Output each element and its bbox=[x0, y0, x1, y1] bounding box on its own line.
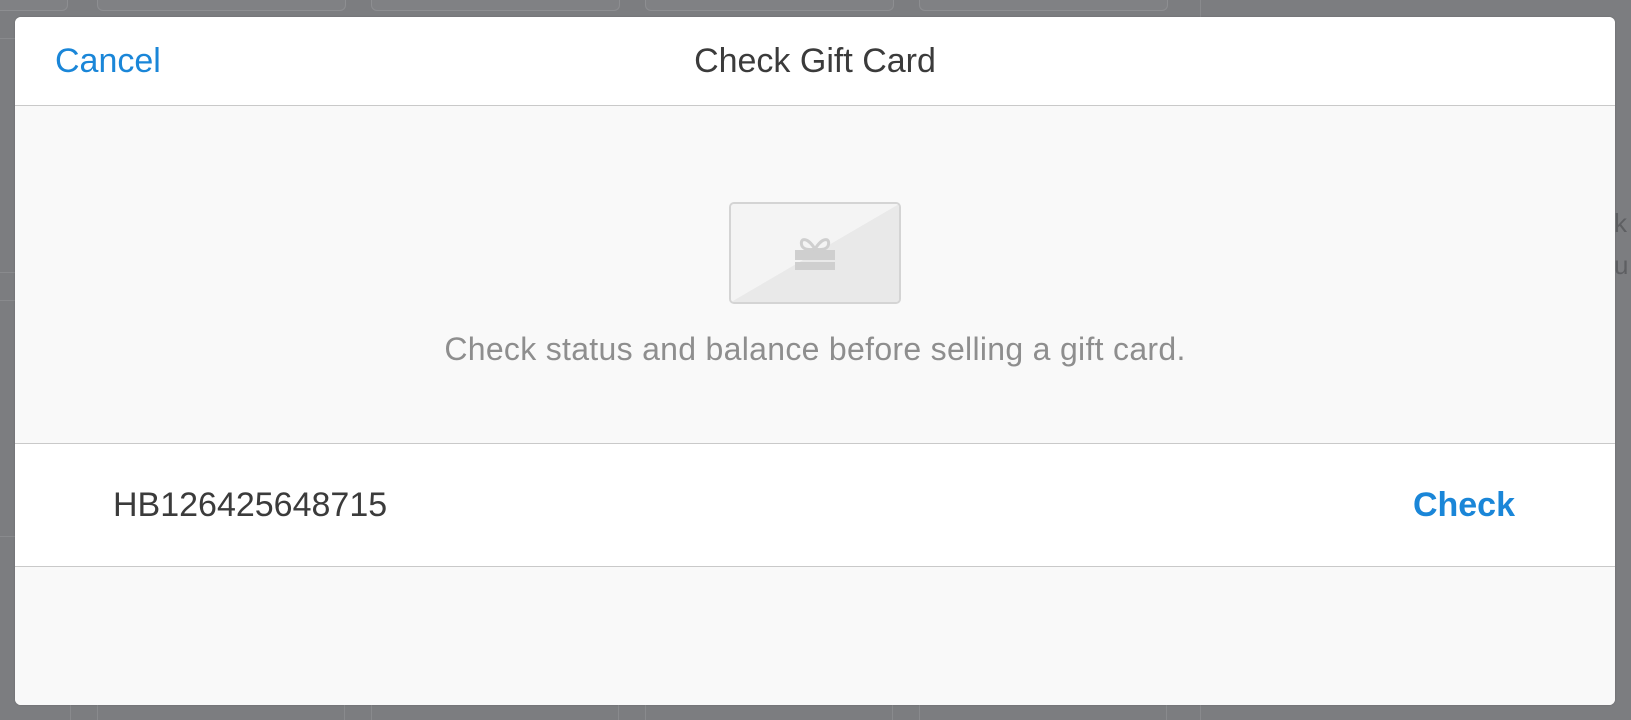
gift-card-input-row: Check bbox=[15, 443, 1615, 567]
background-tab bbox=[97, 0, 346, 11]
modal-footer bbox=[15, 567, 1615, 705]
gift-card-illustration bbox=[729, 202, 901, 304]
cancel-button[interactable]: Cancel bbox=[55, 17, 161, 105]
info-section: Check status and balance before selling … bbox=[15, 106, 1615, 442]
background-divider bbox=[0, 300, 15, 301]
background-tab bbox=[919, 0, 1168, 11]
modal-header: Check Gift Card Cancel bbox=[15, 17, 1615, 106]
background-partial-text: k bbox=[1614, 208, 1627, 238]
background-divider bbox=[0, 536, 15, 537]
check-button[interactable]: Check bbox=[1413, 444, 1515, 566]
background-tab bbox=[371, 0, 620, 11]
gift-icon bbox=[731, 204, 899, 302]
check-gift-card-modal: Check Gift Card Cancel Check status and … bbox=[15, 17, 1615, 705]
background-tab bbox=[0, 0, 68, 11]
background-partial-text: u bbox=[1614, 250, 1629, 280]
background-tab bbox=[645, 0, 894, 11]
background-divider bbox=[0, 272, 15, 273]
background-tab-strip bbox=[0, 0, 1631, 18]
gift-card-number-input[interactable] bbox=[113, 444, 1313, 566]
background-divider bbox=[0, 38, 15, 39]
modal-title: Check Gift Card bbox=[694, 42, 936, 80]
gift-card-description: Check status and balance before selling … bbox=[444, 331, 1186, 367]
